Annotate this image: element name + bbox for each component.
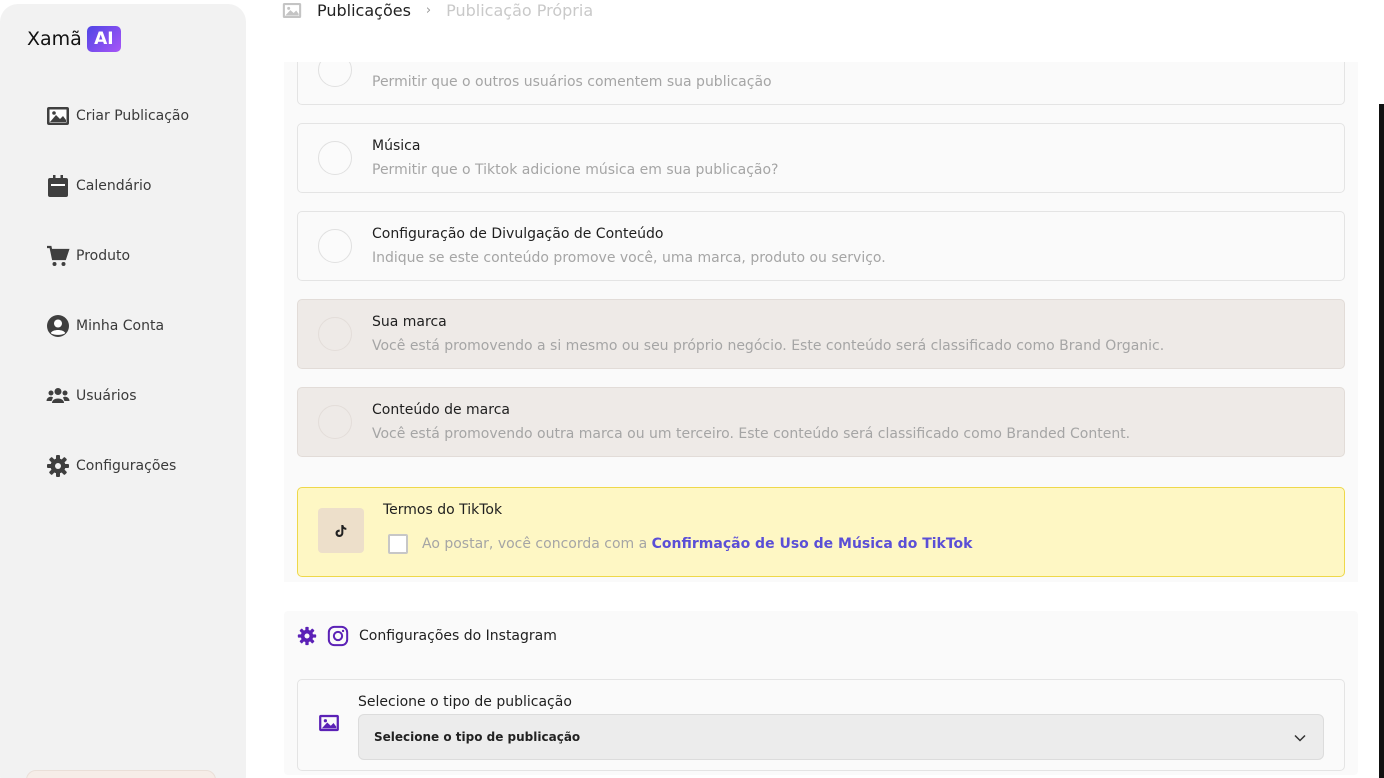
scrollbar[interactable] bbox=[1379, 104, 1384, 778]
option-description: Permitir que o Tiktok adicione música em… bbox=[372, 162, 779, 178]
instagram-settings-header: Configurações do Instagram bbox=[297, 625, 557, 647]
option-description: Indique se este conteúdo promove você, u… bbox=[372, 250, 886, 266]
tiktok-terms-box: Termos do TikTok Ao postar, você concord… bbox=[297, 487, 1345, 577]
image-icon bbox=[319, 714, 339, 732]
sidebar-item-minha-conta[interactable]: Minha Conta bbox=[46, 314, 164, 338]
sidebar-item-usuarios[interactable]: Usuários bbox=[46, 384, 137, 408]
chevron-down-icon bbox=[1294, 734, 1306, 742]
terms-checkbox[interactable] bbox=[388, 534, 408, 554]
option-title: Conteúdo de marca bbox=[372, 402, 510, 418]
option-musica[interactable]: Música Permitir que o Tiktok adicione mú… bbox=[297, 123, 1345, 193]
sidebar-item-label: Criar Publicação bbox=[76, 108, 190, 124]
sidebar-item-produto[interactable]: Produto bbox=[46, 244, 130, 268]
radio-button[interactable] bbox=[318, 141, 352, 175]
sidebar: Xamã AI Criar Publicação Calendário Prod… bbox=[0, 4, 246, 778]
gear-icon bbox=[297, 626, 317, 646]
user-circle-icon bbox=[47, 315, 69, 337]
image-icon bbox=[47, 107, 69, 125]
radio-button[interactable] bbox=[318, 405, 352, 439]
sidebar-item-label: Usuários bbox=[76, 388, 137, 404]
top-bar: Publicações › Publicação Própria bbox=[246, 0, 1384, 62]
option-description: Permitir que o outros usuários comentem … bbox=[372, 74, 772, 90]
sidebar-item-label: Produto bbox=[76, 248, 131, 264]
publication-type-select[interactable]: Selecione o tipo de publicação bbox=[358, 714, 1324, 760]
terms-title: Termos do TikTok bbox=[383, 502, 503, 518]
terms-link[interactable]: Confirmação de Uso de Música do TikTok bbox=[652, 536, 973, 552]
publication-type-card: Selecione o tipo de publicação Selecione… bbox=[297, 679, 1345, 771]
instagram-settings-title: Configurações do Instagram bbox=[359, 628, 557, 644]
sidebar-item-calendario[interactable]: Calendário bbox=[46, 174, 151, 198]
instagram-icon bbox=[327, 625, 349, 647]
users-icon bbox=[46, 388, 70, 403]
option-title: Configuração de Divulgação de Conteúdo bbox=[372, 226, 664, 242]
sidebar-item-configuracoes[interactable]: Configurações bbox=[46, 454, 176, 478]
tiktok-icon bbox=[318, 508, 364, 553]
radio-button[interactable] bbox=[318, 229, 352, 263]
sidebar-item-criar-publicacao[interactable]: Criar Publicação bbox=[46, 104, 189, 128]
terms-text-prefix: Ao postar, você concorda com a bbox=[422, 536, 652, 552]
sidebar-item-label: Minha Conta bbox=[76, 318, 165, 334]
image-icon bbox=[282, 2, 302, 18]
gear-icon bbox=[47, 455, 69, 477]
option-title: Sua marca bbox=[372, 314, 447, 330]
sidebar-item-label: Calendário bbox=[76, 178, 152, 194]
option-title: Música bbox=[372, 138, 421, 154]
calendar-icon bbox=[48, 175, 68, 197]
option-sua-marca[interactable]: Sua marca Você está promovendo a si mesm… bbox=[297, 299, 1345, 369]
breadcrumb-publicacoes[interactable]: Publicações bbox=[317, 1, 411, 20]
terms-text: Ao postar, você concorda com a Confirmaç… bbox=[422, 536, 972, 552]
cart-icon bbox=[47, 245, 70, 266]
sidebar-bottom-card[interactable] bbox=[26, 770, 216, 778]
breadcrumb: Publicações › Publicação Própria bbox=[282, 0, 593, 20]
brand-badge: AI bbox=[86, 26, 121, 52]
radio-button[interactable] bbox=[318, 317, 352, 351]
brand-logo[interactable]: Xamã AI bbox=[27, 26, 121, 52]
breadcrumb-separator: › bbox=[425, 2, 432, 18]
publication-type-label: Selecione o tipo de publicação bbox=[358, 694, 572, 710]
option-description: Você está promovendo outra marca ou um t… bbox=[372, 426, 1131, 442]
option-conteudo-de-marca[interactable]: Conteúdo de marca Você está promovendo o… bbox=[297, 387, 1345, 457]
brand-name: Xamã bbox=[27, 28, 82, 50]
sidebar-item-label: Configurações bbox=[76, 458, 177, 474]
breadcrumb-current: Publicação Própria bbox=[446, 0, 594, 20]
select-value: Selecione o tipo de publicação bbox=[374, 730, 581, 744]
option-divulgacao-conteudo[interactable]: Configuração de Divulgação de Conteúdo I… bbox=[297, 211, 1345, 281]
option-description: Você está promovendo a si mesmo ou seu p… bbox=[372, 338, 1165, 354]
